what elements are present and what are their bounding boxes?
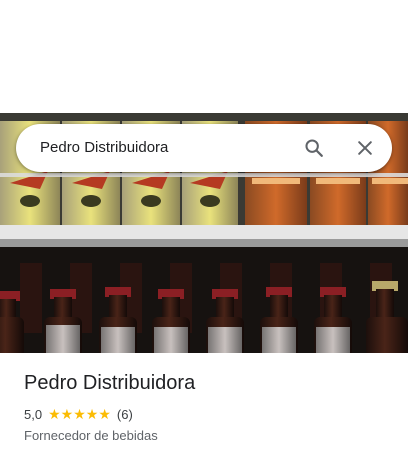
close-button[interactable] [350, 133, 380, 163]
rating-row[interactable]: 5,0 ★ ★ ★ ★ ★ (6) [24, 404, 394, 424]
review-count[interactable]: (6) [117, 407, 133, 422]
star-rating: ★ ★ ★ ★ ★ [48, 407, 111, 421]
search-bar[interactable] [16, 124, 392, 172]
search-icon [305, 139, 323, 157]
map-top-area [0, 0, 408, 113]
star-icon: ★ [98, 406, 111, 422]
star-icon: ★ [48, 406, 61, 422]
star-icon: ★ [73, 406, 86, 422]
place-info-card[interactable]: Pedro Distribuidora 5,0 ★ ★ ★ ★ ★ (6) Fornec… [24, 370, 394, 443]
close-icon [358, 141, 372, 155]
rating-value: 5,0 [24, 406, 43, 422]
place-category: Fornecedor de bebidas [24, 428, 158, 443]
place-title: Pedro Distribuidora [24, 372, 196, 394]
star-icon: ★ [85, 406, 99, 422]
search-button[interactable] [299, 133, 329, 163]
search-input[interactable] [40, 124, 290, 172]
star-icon: ★ [60, 406, 74, 422]
